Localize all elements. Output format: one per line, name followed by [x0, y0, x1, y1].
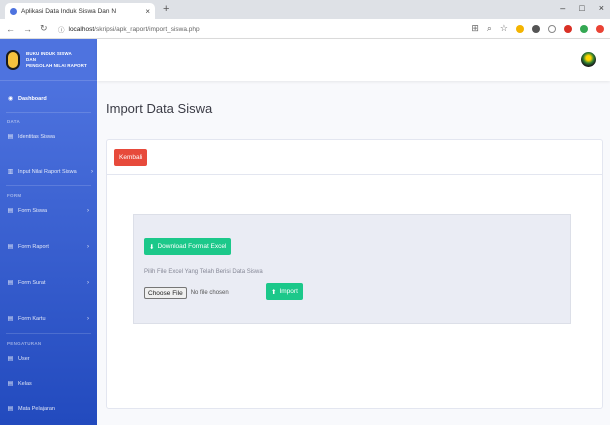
- sidebar-item-form-raport[interactable]: ▤ Form Raport ›: [0, 243, 97, 251]
- sidebar-heading-form: FORM: [7, 193, 22, 198]
- file-help-text: Pilih File Excel Yang Telah Berisi Data …: [144, 269, 263, 275]
- table-icon: ▤: [7, 134, 14, 140]
- translate-icon[interactable]: ⊞: [471, 23, 479, 34]
- import-card: Kembali ⬇ Download Format Excel Pilih Fi…: [106, 139, 603, 409]
- profile-icon[interactable]: [580, 24, 588, 33]
- download-format-button[interactable]: ⬇ Download Format Excel: [144, 238, 232, 255]
- minimize-button[interactable]: –: [560, 3, 565, 13]
- reload-icon[interactable]: ↻: [40, 23, 48, 34]
- back-button[interactable]: Kembali: [114, 149, 148, 166]
- maximize-button[interactable]: □: [579, 3, 584, 13]
- sidebar-item-input-nilai[interactable]: ▥ Input Nilai Raport Siswa ›: [0, 168, 97, 176]
- chevron-right-icon: ›: [87, 315, 89, 322]
- table-icon: ▤: [7, 381, 14, 387]
- sidebar-item-mapel[interactable]: ▤ Mata Pelajaran: [0, 405, 97, 413]
- menu-icon[interactable]: [596, 24, 604, 33]
- page-title: Import Data Siswa: [106, 101, 213, 116]
- card-body: ⬇ Download Format Excel Pilih File Excel…: [107, 175, 602, 410]
- info-icon[interactable]: ⓘ: [58, 24, 65, 34]
- favicon-icon: [10, 7, 17, 15]
- url-host: localhost: [68, 25, 95, 33]
- table-icon: ▤: [7, 244, 14, 250]
- dashboard-icon: ◉: [7, 96, 14, 102]
- forward-arrow-icon[interactable]: →: [23, 24, 32, 34]
- sidebar-heading-data: DATA: [7, 119, 21, 124]
- extension-icon[interactable]: [532, 24, 540, 33]
- choose-file-button[interactable]: Choose File: [144, 287, 187, 299]
- brand-title: BUKU INDUK SISWA DAN PENGOLAH NILAI RAPO…: [26, 50, 87, 68]
- no-file-label: No file chosen: [190, 290, 229, 296]
- chevron-right-icon: ›: [87, 243, 89, 250]
- download-icon: ⬇: [149, 243, 155, 251]
- school-logo-icon: [6, 49, 20, 70]
- table-icon: ▤: [7, 208, 14, 214]
- url-path: /skripsi/apk_raport/import_siswa.php: [94, 25, 200, 33]
- sidebar-item-user[interactable]: ▤ User: [0, 355, 97, 363]
- topbar: [97, 39, 610, 81]
- import-button[interactable]: ⬆ Import: [266, 283, 303, 300]
- close-window-button[interactable]: ×: [599, 3, 604, 13]
- sidebar-item-form-kartu[interactable]: ▤ Form Kartu ›: [0, 315, 97, 323]
- address-bar[interactable]: ⓘ localhost/skripsi/apk_raport/import_si…: [58, 22, 448, 36]
- sidebar-item-kelas[interactable]: ▤ Kelas: [0, 380, 97, 388]
- star-icon[interactable]: ☆: [500, 23, 508, 34]
- sidebar-brand[interactable]: BUKU INDUK SISWA DAN PENGOLAH NILAI RAPO…: [0, 39, 97, 81]
- sidebar-heading-pengaturan: PENGATURAN: [7, 341, 42, 346]
- extension-icon[interactable]: [516, 24, 524, 33]
- table-icon: ▤: [7, 406, 14, 412]
- sidebar-item-form-siswa[interactable]: ▤ Form Siswa ›: [0, 207, 97, 215]
- table-icon: ▤: [7, 356, 14, 362]
- sidebar-item-dashboard[interactable]: ◉ Dashboard: [0, 95, 97, 103]
- card-header: Kembali: [107, 140, 602, 175]
- upload-icon: ⬆: [271, 288, 277, 296]
- browser-toolbar: ← → ↻ ⓘ localhost/skripsi/apk_raport/imp…: [0, 19, 610, 39]
- sidebar-divider: [6, 333, 91, 334]
- browser-tab-bar: Aplikasi Data Induk Siswa Dan N × + – □ …: [0, 0, 610, 19]
- file-input[interactable]: Choose File No file chosen: [144, 287, 229, 299]
- tab-title: Aplikasi Data Induk Siswa Dan N: [21, 7, 117, 15]
- chevron-right-icon: ›: [87, 207, 89, 214]
- sidebar: BUKU INDUK SISWA DAN PENGOLAH NILAI RAPO…: [0, 39, 97, 425]
- window-controls: – □ ×: [560, 3, 604, 13]
- chart-icon: ▥: [7, 169, 14, 175]
- new-tab-button[interactable]: +: [163, 3, 169, 15]
- table-icon: ▤: [7, 280, 14, 286]
- sidebar-item-form-surat[interactable]: ▤ Form Surat ›: [0, 279, 97, 287]
- zoom-icon[interactable]: ⌕: [487, 23, 492, 34]
- sidebar-divider: [6, 185, 91, 186]
- sidebar-item-identitas[interactable]: ▤ Identitas Siswa: [0, 133, 97, 141]
- extension-icon[interactable]: [564, 24, 572, 33]
- sidebar-divider: [6, 112, 91, 113]
- chevron-right-icon: ›: [91, 168, 93, 175]
- back-arrow-icon[interactable]: ←: [6, 24, 15, 34]
- upload-panel: ⬇ Download Format Excel Pilih File Excel…: [133, 214, 571, 324]
- tab-close-icon[interactable]: ×: [145, 7, 150, 16]
- user-avatar[interactable]: [581, 52, 596, 67]
- extension-icons: ⊞ ⌕ ☆: [471, 23, 604, 34]
- table-icon: ▤: [7, 316, 14, 322]
- chevron-right-icon: ›: [87, 279, 89, 286]
- browser-tab[interactable]: Aplikasi Data Induk Siswa Dan N ×: [5, 3, 155, 19]
- extension-icon[interactable]: [548, 24, 556, 33]
